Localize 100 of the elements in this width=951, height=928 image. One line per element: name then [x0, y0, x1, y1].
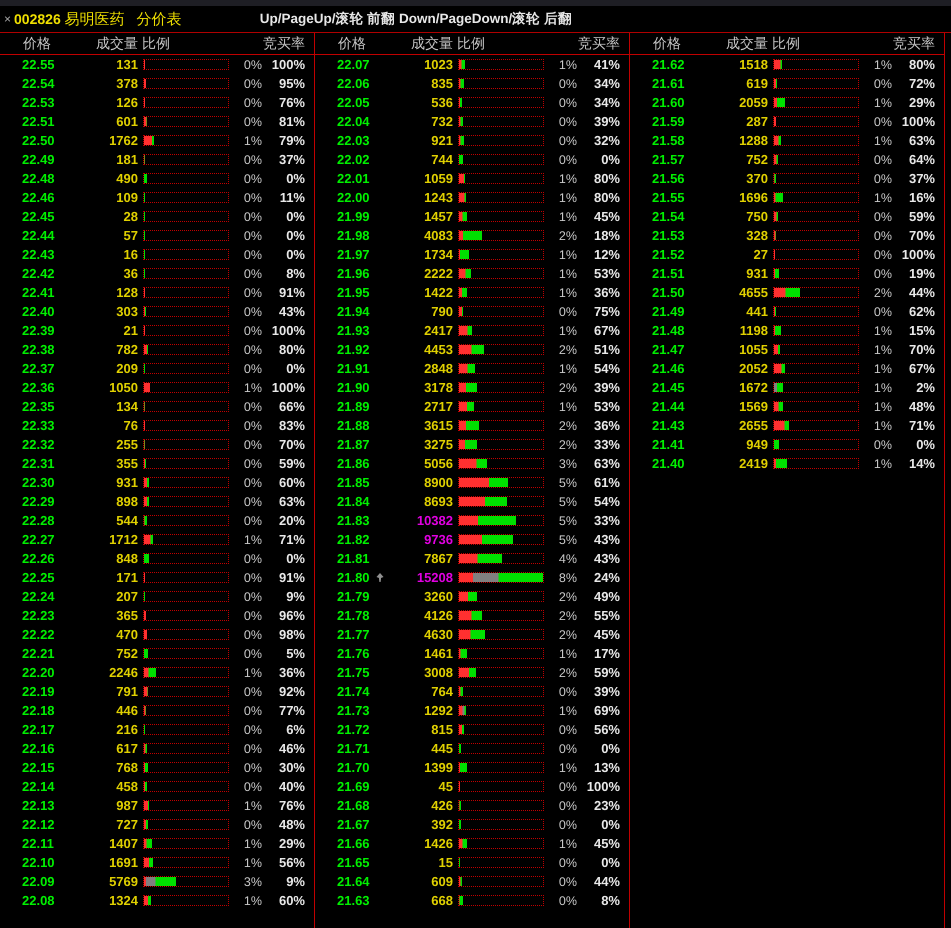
volume-cell: 768 — [116, 760, 138, 775]
bid-rate-cell-text: 75% — [592, 304, 620, 319]
share-cell-text: 3% — [558, 456, 577, 470]
price-cell-text: 21.52 — [651, 247, 686, 262]
bid-rate-cell-text: 9% — [285, 874, 305, 889]
share-cell-text: 1% — [558, 704, 577, 718]
volume-cell: 8900 — [424, 475, 453, 490]
bid-rate-cell-text: 60% — [278, 893, 305, 908]
price-cell-text: 21.67 — [336, 817, 371, 832]
price-cell-text: 21.92 — [336, 342, 371, 357]
price-cell-text: 21.75 — [336, 665, 371, 680]
bid-rate-cell-text: 39% — [592, 684, 620, 699]
share-cell-text: 1% — [872, 456, 892, 470]
volume-cell: 949 — [746, 437, 768, 452]
bid-rate-cell-text: 59% — [592, 665, 620, 680]
volume-cell: 365 — [116, 608, 138, 623]
share-cell-text: 5% — [558, 514, 577, 528]
bid-rate-cell-text: 45% — [592, 209, 620, 224]
volume-cell: 28 — [124, 209, 138, 224]
share-cell-text: 0% — [558, 780, 577, 794]
price-cell-text: 21.50 — [651, 285, 686, 300]
bid-rate-cell-text: 8% — [600, 893, 620, 908]
bid-rate-cell-text: 39% — [592, 114, 620, 129]
bid-rate-cell-text: 30% — [278, 760, 305, 775]
bid-rate-cell-text: 96% — [278, 608, 305, 623]
volume-cell: 2059 — [739, 95, 768, 110]
share-cell-text: 0% — [242, 476, 262, 490]
price-cell-text: 22.13 — [21, 798, 56, 813]
share-cell-text: 1% — [242, 380, 262, 394]
volume-cell: 3275 — [424, 437, 453, 452]
bid-rate-cell-text: 77% — [278, 703, 305, 718]
share-cell-text: 2% — [558, 418, 577, 432]
bid-rate-cell-text: 5% — [285, 646, 305, 661]
share-cell-text: 1% — [872, 190, 892, 204]
bid-rate-cell-text: 63% — [592, 456, 620, 471]
volume-cell: 1059 — [424, 171, 453, 186]
share-cell-text: 5% — [558, 476, 577, 490]
share-cell-text: 0% — [242, 438, 262, 452]
price-cell-text: 22.20 — [21, 665, 56, 680]
volume-cell: 216 — [116, 722, 138, 737]
share-cell-text: 2% — [558, 438, 577, 452]
share-cell-text: 0% — [558, 114, 577, 128]
bid-rate-cell-text: 62% — [908, 304, 935, 319]
bid-rate-cell-text: 76% — [278, 95, 305, 110]
bid-rate-cell-text: 64% — [908, 152, 935, 167]
volume-cell: 3178 — [424, 380, 453, 395]
bid-rate-cell-text: 0% — [600, 817, 620, 832]
volume-cell: 1422 — [424, 285, 453, 300]
bid-rate-cell-text: 0% — [285, 171, 305, 186]
price-cell-text: 21.81 — [336, 551, 371, 566]
share-cell-text: 0% — [558, 684, 577, 698]
price-cell-text: 22.28 — [21, 513, 56, 528]
bid-rate-cell-text: 98% — [278, 627, 305, 642]
price-cell-text: 22.14 — [21, 779, 56, 794]
volume-cell: 1518 — [739, 57, 768, 72]
volume-cell: 355 — [116, 456, 138, 471]
share-cell-text: 0% — [242, 494, 262, 508]
volume-cell: 1691 — [109, 855, 138, 870]
volume-cell: 1050 — [109, 380, 138, 395]
price-cell-text: 22.05 — [336, 95, 371, 110]
bid-rate-cell-text: 0% — [285, 551, 305, 566]
share-cell-text: 1% — [558, 266, 577, 280]
share-cell-text: 1% — [558, 646, 577, 660]
bid-rate-cell-text: 70% — [278, 437, 305, 452]
bid-rate-cell-text: 76% — [278, 798, 305, 813]
volume-cell: 1407 — [109, 836, 138, 851]
price-cell-text: 22.03 — [336, 133, 371, 148]
share-cell-text: 0% — [872, 248, 892, 262]
volume-cell: 370 — [746, 171, 768, 186]
share-cell-text: 0% — [242, 362, 262, 376]
price-cell-text: 22.39 — [21, 323, 56, 338]
bid-rate-cell-text: 36% — [278, 665, 305, 680]
bid-rate-cell-text: 67% — [908, 361, 935, 376]
bid-rate-cell-text: 34% — [592, 95, 620, 110]
share-cell-text: 0% — [872, 210, 892, 224]
price-cell-text: 21.85 — [336, 475, 371, 490]
price-cell-text: 22.40 — [21, 304, 56, 319]
bid-rate-cell-text: 48% — [908, 399, 935, 414]
price-cell-text: 21.71 — [336, 741, 371, 756]
share-cell-text: 1% — [242, 798, 262, 812]
share-cell-text: 0% — [242, 628, 262, 642]
volume-cell: 609 — [431, 874, 453, 889]
volume-cell: 16 — [124, 247, 138, 262]
price-cell-text: 21.63 — [336, 893, 371, 908]
share-cell-text: 0% — [242, 114, 262, 128]
volume-cell: 1198 — [740, 323, 768, 338]
bid-rate-cell-text: 34% — [592, 76, 620, 91]
share-cell-text: 0% — [242, 324, 262, 338]
bid-rate-cell-text: 32% — [592, 133, 620, 148]
price-cell-text: 21.57 — [651, 152, 686, 167]
volume-cell: 441 — [746, 304, 768, 319]
price-cell-text: 22.38 — [21, 342, 56, 357]
volume-cell: 3008 — [424, 665, 453, 680]
volume-cell: 764 — [431, 684, 453, 699]
price-cell-text: 21.53 — [651, 228, 686, 243]
bid-rate-cell-text: 59% — [278, 456, 305, 471]
volume-cell: 15 — [438, 855, 453, 870]
volume-cell: 426 — [431, 798, 453, 813]
close-icon[interactable]: × — [4, 12, 12, 26]
volume-cell: 490 — [116, 171, 138, 186]
